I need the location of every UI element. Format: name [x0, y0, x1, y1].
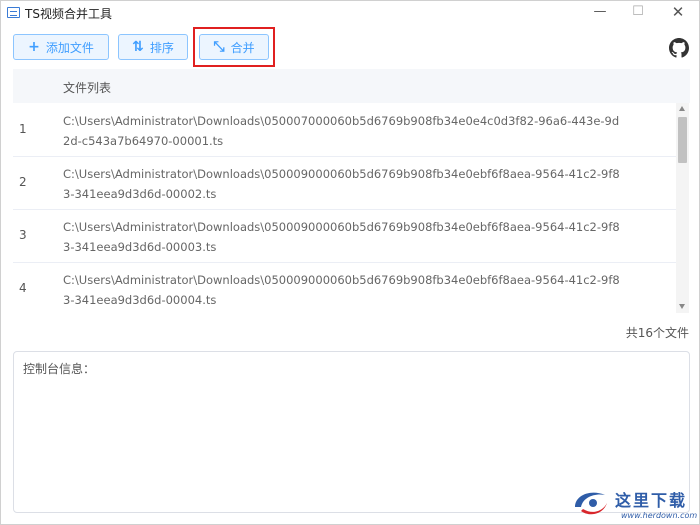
table-row[interactable]: 4 C:\Users\Administrator\Downloads\05000… [13, 262, 676, 314]
scrollbar-thumb[interactable] [678, 117, 687, 163]
highlight-box [193, 27, 275, 67]
window-title: TS视频合并工具 [25, 7, 112, 21]
plus-icon: + [28, 39, 40, 55]
github-icon[interactable] [669, 38, 689, 58]
app-icon [7, 7, 20, 18]
row-index: 2 [19, 175, 27, 189]
add-file-button[interactable]: + 添加文件 [13, 34, 109, 60]
row-index: 1 [19, 122, 27, 136]
sort-label: 排序 [149, 40, 174, 55]
row-file-path: C:\Users\Administrator\Downloads\0500090… [63, 273, 620, 307]
table-scrollbar[interactable] [676, 103, 689, 313]
table-row[interactable]: 3 C:\Users\Administrator\Downloads\05000… [13, 209, 676, 263]
scroll-down-arrow-icon[interactable] [679, 304, 685, 309]
row-index: 4 [19, 281, 27, 295]
column-header-files: 文件列表 [63, 81, 112, 95]
console-label: 控制台信息： [23, 362, 96, 376]
row-file-path: C:\Users\Administrator\Downloads\0500090… [63, 167, 620, 201]
sort-icon: ⇅ [132, 39, 144, 55]
row-index: 3 [19, 228, 27, 242]
watermark-url: www.herdown.com [621, 511, 698, 520]
scroll-up-arrow-icon[interactable] [679, 106, 685, 111]
minimize-button[interactable]: — [581, 1, 619, 25]
table-body: 1 C:\Users\Administrator\Downloads\05000… [13, 103, 676, 314]
maximize-button[interactable]: ☐ [619, 1, 657, 25]
watermark-text: 这里下载 [615, 491, 688, 510]
add-file-label: 添加文件 [45, 40, 94, 55]
table-row[interactable]: 2 C:\Users\Administrator\Downloads\05000… [13, 156, 676, 210]
row-file-path: C:\Users\Administrator\Downloads\0500090… [63, 220, 620, 254]
row-file-path: C:\Users\Administrator\Downloads\0500070… [63, 114, 620, 148]
title-bar[interactable]: TS视频合并工具 — ☐ ✕ [1, 1, 699, 25]
watermark: 这里下载 www.herdown.com [571, 481, 700, 525]
watermark-logo-icon [575, 492, 607, 515]
close-button[interactable]: ✕ [659, 1, 697, 25]
file-table: 文件列表 1 C:\Users\Administrator\Downloads\… [13, 69, 690, 314]
sort-button[interactable]: ⇅ 排序 [118, 34, 188, 60]
app-window: TS视频合并工具 — ☐ ✕ + 添加文件 ⇅ 排序 ⤡ 合并 文件列表 1 C… [0, 0, 700, 525]
file-count: 共16个文件 [625, 326, 689, 340]
table-header: 文件列表 [13, 69, 690, 103]
table-row[interactable]: 1 C:\Users\Administrator\Downloads\05000… [13, 103, 676, 157]
